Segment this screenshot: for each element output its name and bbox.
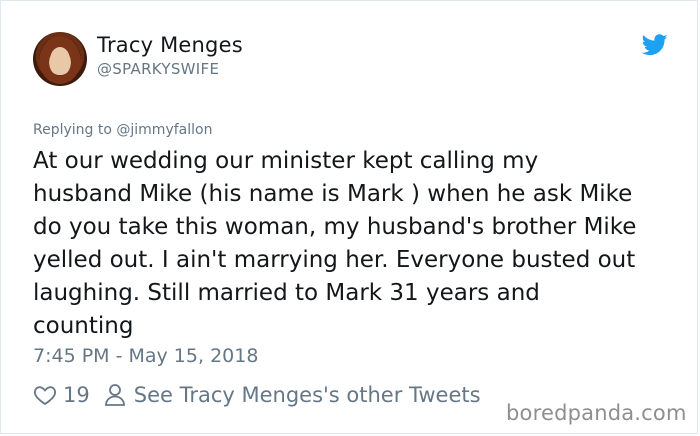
tweet-actions: 19 See Tracy Menges's other Tweets	[33, 380, 481, 410]
other-tweets-link[interactable]: See Tracy Menges's other Tweets	[134, 383, 481, 407]
tweet-card: Tracy Menges @SPARKYSWIFE Replying to @j…	[0, 0, 698, 434]
watermark: boredpanda.com	[506, 401, 687, 425]
tweet-text: At our wedding our minister kept calling…	[33, 148, 637, 339]
replying-to: Replying to @jimmyfallon	[33, 122, 212, 138]
person-icon[interactable]	[104, 383, 126, 407]
like-count: 19	[63, 383, 90, 407]
replying-prefix: Replying to	[33, 122, 117, 138]
tweet-timestamp[interactable]: 7:45 PM - May 15, 2018	[33, 345, 258, 367]
avatar-face	[50, 47, 70, 73]
heart-icon[interactable]	[33, 383, 57, 407]
author-name[interactable]: Tracy Menges	[97, 33, 243, 57]
author-handle[interactable]: @SPARKYSWIFE	[97, 60, 219, 78]
reply-mention-link[interactable]: @jimmyfallon	[116, 122, 212, 138]
avatar[interactable]	[33, 32, 87, 86]
twitter-bird-icon[interactable]	[642, 34, 668, 56]
